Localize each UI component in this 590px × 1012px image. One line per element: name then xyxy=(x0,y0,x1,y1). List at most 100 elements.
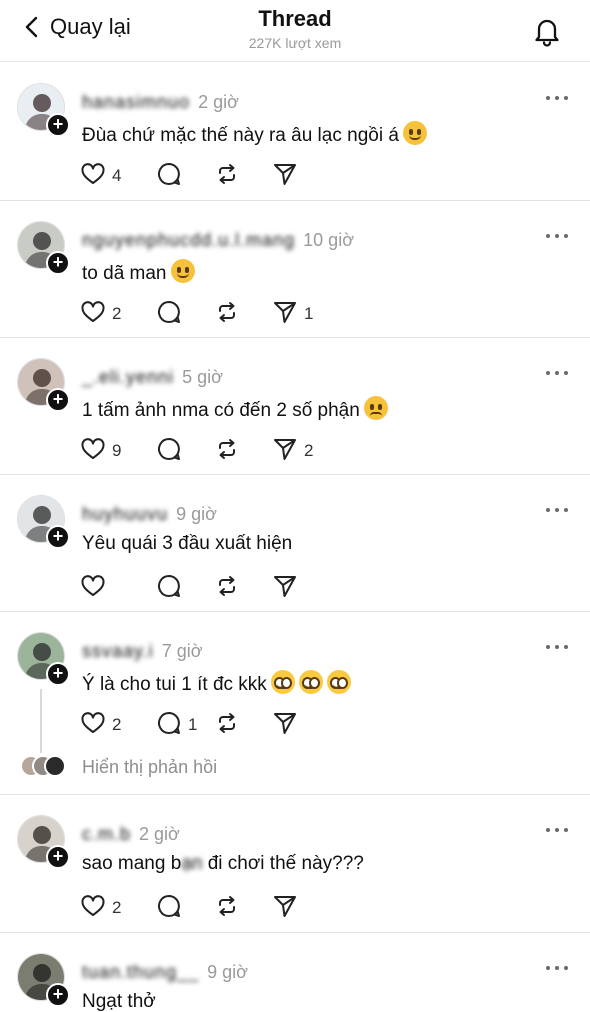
username[interactable]: nguyenphucdd.u.l.mang xyxy=(82,230,295,251)
comment-item: + _.eli.yenni 5 giờ 1 tấm ảnh nma có đến 2 … xyxy=(0,338,590,475)
share-button[interactable]: 2 xyxy=(272,436,332,466)
comment-item: + ssvaay.i 7 giờ Ý là cho tui 1 ít đc kkk 2 1… xyxy=(0,612,590,795)
avatar[interactable]: + xyxy=(17,632,70,686)
like-button[interactable]: 2 xyxy=(80,299,156,329)
reply-button[interactable] xyxy=(156,893,214,923)
comment-text-body: to dã man xyxy=(82,263,167,284)
comment-bubble-icon xyxy=(156,436,182,467)
username[interactable]: _.eli.yenni xyxy=(82,367,174,388)
comment-feed: + hanasimnuo 2 giờ Đùa chứ mặc thế này ra â… xyxy=(0,63,590,1012)
avatar[interactable]: + xyxy=(17,221,70,275)
username[interactable]: huyhuuvu xyxy=(82,504,168,525)
heart-icon xyxy=(80,161,106,192)
comment-header: ssvaay.i 7 giờ xyxy=(82,640,203,662)
comment-item: + hanasimnuo 2 giờ Đùa chứ mặc thế này ra â… xyxy=(0,63,590,201)
avatar[interactable]: + xyxy=(17,358,70,412)
share-button[interactable] xyxy=(272,710,332,740)
repost-button[interactable] xyxy=(214,573,272,603)
pensive-emoji-icon xyxy=(363,396,388,420)
repost-icon xyxy=(214,893,240,924)
heart-icon xyxy=(80,299,106,330)
comment-text-body: Ý là cho tui 1 ít đc kkk xyxy=(82,674,267,695)
comment-text-body: Đùa chứ mặc thế này ra âu lạc ngồi á xyxy=(82,125,399,146)
top-bar: Quay lại Thread 227K lượt xem xyxy=(0,0,590,62)
repost-button[interactable] xyxy=(214,710,272,740)
comment-text: sao mang bạn đi chơi thế này??? xyxy=(82,853,364,875)
timestamp: 9 giờ xyxy=(176,503,217,524)
send-icon xyxy=(272,161,298,192)
repost-button[interactable] xyxy=(214,436,272,466)
like-button-count: 9 xyxy=(112,441,122,460)
comment-text-part: đi chơi thế này??? xyxy=(202,853,364,874)
reply-button[interactable] xyxy=(156,436,214,466)
comment-header: c.m.b 2 giờ xyxy=(82,823,180,845)
share-button[interactable] xyxy=(272,573,332,603)
reply-button[interactable]: 1 xyxy=(156,710,214,740)
avatar[interactable]: + xyxy=(17,815,70,869)
avatar[interactable]: + xyxy=(17,953,70,1007)
joy-emoji-icon xyxy=(170,259,195,283)
pleading-emoji-icon xyxy=(298,670,323,694)
avatar[interactable]: + xyxy=(17,495,70,549)
more-options-icon[interactable] xyxy=(546,364,568,382)
more-options-icon[interactable] xyxy=(546,89,568,107)
comment-bubble-icon xyxy=(156,893,182,924)
more-options-icon[interactable] xyxy=(546,821,568,839)
repost-button[interactable] xyxy=(214,299,272,329)
comment-text-part: sao mang b xyxy=(82,853,182,874)
thread-line xyxy=(40,689,42,753)
comment-actions: 21 xyxy=(80,299,332,329)
view-count: 227K lượt xem xyxy=(248,35,342,51)
send-icon xyxy=(272,299,298,330)
like-button-count: 2 xyxy=(112,715,122,734)
follow-plus-icon[interactable]: + xyxy=(46,845,70,869)
comment-text-body: 1 tấm ảnh nma có đến 2 số phận xyxy=(82,400,360,421)
comment-item: + nguyenphucdd.u.l.mang 10 giờ to dã man 2 1 xyxy=(0,201,590,338)
more-options-icon[interactable] xyxy=(546,638,568,656)
reply-button[interactable] xyxy=(156,161,214,191)
follow-plus-icon[interactable]: + xyxy=(46,983,70,1007)
like-button[interactable] xyxy=(80,573,156,603)
username[interactable]: tuan.thung__ xyxy=(82,962,199,983)
bell-icon[interactable] xyxy=(530,14,564,48)
pleading-emoji-icon xyxy=(326,670,351,694)
more-options-icon[interactable] xyxy=(546,501,568,519)
share-button[interactable] xyxy=(272,893,332,923)
follow-plus-icon[interactable]: + xyxy=(46,388,70,412)
like-button[interactable]: 2 xyxy=(80,710,156,740)
repost-button[interactable] xyxy=(214,161,272,191)
comment-actions: 4 xyxy=(80,161,332,191)
reply-button[interactable] xyxy=(156,573,214,603)
send-icon xyxy=(272,710,298,741)
like-button-count: 2 xyxy=(112,304,122,323)
comment-bubble-icon xyxy=(156,710,182,741)
comment-item: + huyhuuvu 9 giờ Yêu quái 3 đầu xuất hiện xyxy=(0,475,590,612)
username[interactable]: hanasimnuo xyxy=(82,92,190,113)
username[interactable]: c.m.b xyxy=(82,824,131,845)
send-icon xyxy=(272,436,298,467)
like-button[interactable]: 9 xyxy=(80,436,156,466)
like-button-count: 4 xyxy=(112,166,122,185)
timestamp: 2 giờ xyxy=(198,91,239,112)
repost-button[interactable] xyxy=(214,893,272,923)
show-replies-button[interactable]: Hiển thị phản hồi xyxy=(20,755,217,779)
like-button[interactable]: 4 xyxy=(80,161,156,191)
more-options-icon[interactable] xyxy=(546,959,568,977)
like-button[interactable]: 2 xyxy=(80,893,156,923)
send-icon xyxy=(272,893,298,924)
share-button[interactable]: 1 xyxy=(272,299,332,329)
reply-button[interactable] xyxy=(156,299,214,329)
more-options-icon[interactable] xyxy=(546,227,568,245)
comment-item: + c.m.b 2 giờ sao mang bạn đi chơi thế này?… xyxy=(0,795,590,933)
repost-icon xyxy=(214,573,240,604)
comment-bubble-icon xyxy=(156,573,182,604)
share-button[interactable] xyxy=(272,161,332,191)
follow-plus-icon[interactable]: + xyxy=(46,525,70,549)
follow-plus-icon[interactable]: + xyxy=(46,113,70,137)
comment-item: + tuan.thung__ 9 giờ Ngạt thở xyxy=(0,933,590,1012)
follow-plus-icon[interactable]: + xyxy=(46,251,70,275)
page-title: Thread xyxy=(258,6,332,31)
follow-plus-icon[interactable]: + xyxy=(46,662,70,686)
avatar[interactable]: + xyxy=(17,83,70,137)
username[interactable]: ssvaay.i xyxy=(82,641,154,662)
